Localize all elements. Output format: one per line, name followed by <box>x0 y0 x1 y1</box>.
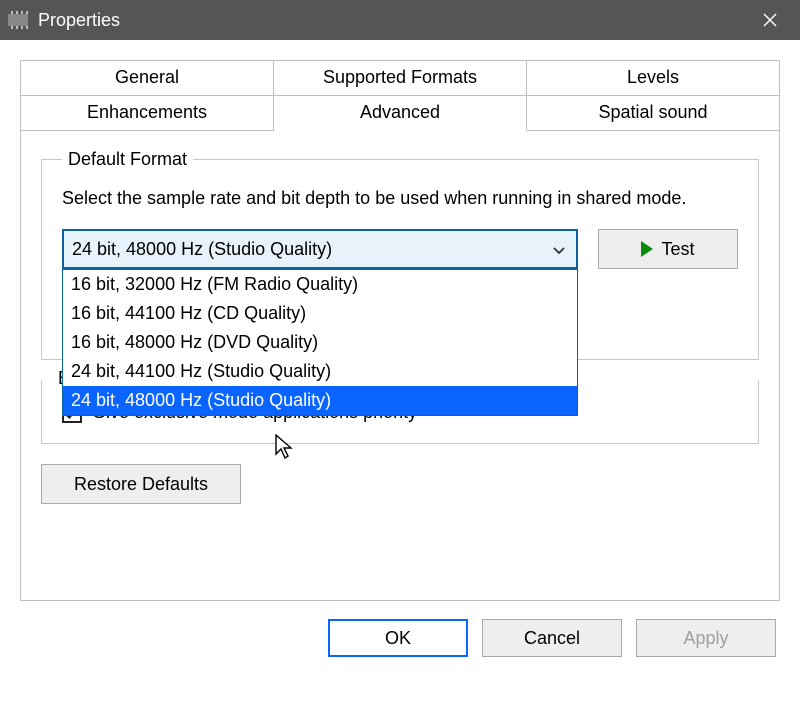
play-icon <box>641 241 653 257</box>
apply-button-label: Apply <box>683 628 728 649</box>
cancel-button-label: Cancel <box>524 628 580 649</box>
tab-levels[interactable]: Levels <box>527 60 780 96</box>
app-icon <box>8 11 28 29</box>
default-format-description: Select the sample rate and bit depth to … <box>62 186 738 211</box>
ok-button[interactable]: OK <box>328 619 468 657</box>
test-button[interactable]: Test <box>598 229 738 269</box>
restore-defaults-label: Restore Defaults <box>74 474 208 495</box>
ok-button-label: OK <box>385 628 411 649</box>
restore-defaults-button[interactable]: Restore Defaults <box>41 464 241 504</box>
window-title: Properties <box>38 10 748 31</box>
tab-page-advanced: Default Format Select the sample rate an… <box>20 131 780 601</box>
default-format-legend: Default Format <box>62 149 193 170</box>
format-option-3[interactable]: 24 bit, 44100 Hz (Studio Quality) <box>63 357 577 386</box>
tab-spatial-sound[interactable]: Spatial sound <box>527 96 780 131</box>
default-format-dropdown[interactable]: 16 bit, 32000 Hz (FM Radio Quality) 16 b… <box>62 269 578 416</box>
default-format-group: Default Format Select the sample rate an… <box>41 149 759 360</box>
cancel-button[interactable]: Cancel <box>482 619 622 657</box>
window-close-button[interactable] <box>748 0 792 40</box>
dialog-button-row: OK Cancel Apply <box>4 601 796 657</box>
chevron-down-icon <box>550 239 568 260</box>
default-format-combobox[interactable]: 24 bit, 48000 Hz (Studio Quality) <box>62 229 578 269</box>
window-titlebar: Properties <box>0 0 800 40</box>
tab-enhancements[interactable]: Enhancements <box>20 96 274 131</box>
format-option-4[interactable]: 24 bit, 48000 Hz (Studio Quality) <box>63 386 577 415</box>
close-icon <box>763 13 777 27</box>
apply-button: Apply <box>636 619 776 657</box>
default-format-selected-text: 24 bit, 48000 Hz (Studio Quality) <box>72 239 550 260</box>
format-option-1[interactable]: 16 bit, 44100 Hz (CD Quality) <box>63 299 577 328</box>
tab-supported-formats[interactable]: Supported Formats <box>274 60 527 96</box>
tab-advanced[interactable]: Advanced <box>274 96 527 131</box>
format-option-2[interactable]: 16 bit, 48000 Hz (DVD Quality) <box>63 328 577 357</box>
format-option-0[interactable]: 16 bit, 32000 Hz (FM Radio Quality) <box>63 270 577 299</box>
tab-strip: General Supported Formats Levels Enhance… <box>20 60 780 131</box>
test-button-label: Test <box>661 239 694 260</box>
property-sheet: General Supported Formats Levels Enhance… <box>0 40 800 657</box>
tab-general[interactable]: General <box>20 60 274 96</box>
